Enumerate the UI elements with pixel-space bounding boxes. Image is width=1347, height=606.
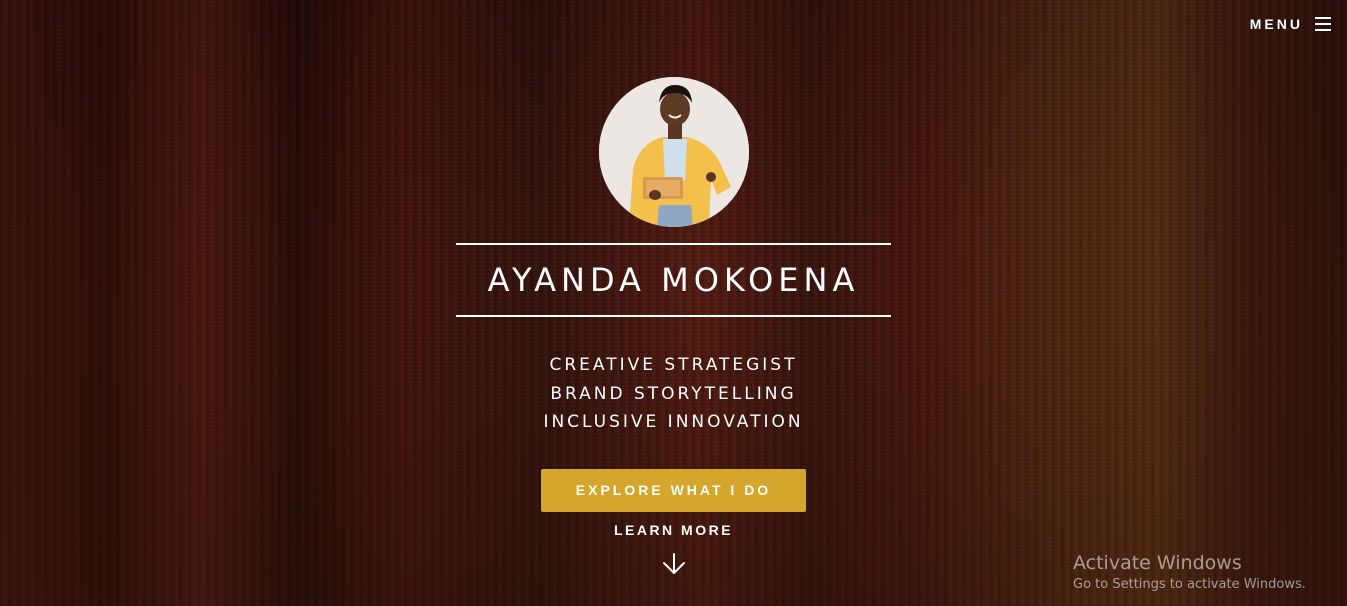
- avatar: [598, 77, 749, 227]
- menu-button[interactable]: MENU: [1250, 16, 1331, 32]
- hero-section: AYANDA MOKOENA CREATIVE STRATEGIST BRAND…: [0, 77, 1347, 581]
- learn-more-link[interactable]: LEARN MORE: [614, 522, 733, 538]
- tagline-item: INCLUSIVE INNOVATION: [543, 412, 804, 432]
- page-title: AYANDA MOKOENA: [487, 261, 860, 299]
- hamburger-icon: [1315, 17, 1331, 31]
- tagline-item: CREATIVE STRATEGIST: [549, 355, 798, 375]
- watermark-title: Activate Windows: [1073, 552, 1242, 574]
- tagline-item: BRAND STORYTELLING: [550, 383, 797, 404]
- watermark-subtitle: Go to Settings to activate Windows.: [1073, 577, 1306, 592]
- name-block: AYANDA MOKOENA: [456, 243, 891, 317]
- tagline-list: CREATIVE STRATEGIST BRAND STORYTELLING I…: [543, 351, 803, 437]
- arrow-down-icon[interactable]: [661, 552, 687, 581]
- explore-button[interactable]: EXPLORE WHAT I DO: [541, 468, 806, 512]
- activation-watermark: Activate Windows Go to Settings to activ…: [1073, 552, 1306, 592]
- profile-photo: [598, 77, 749, 227]
- menu-label: MENU: [1249, 16, 1303, 32]
